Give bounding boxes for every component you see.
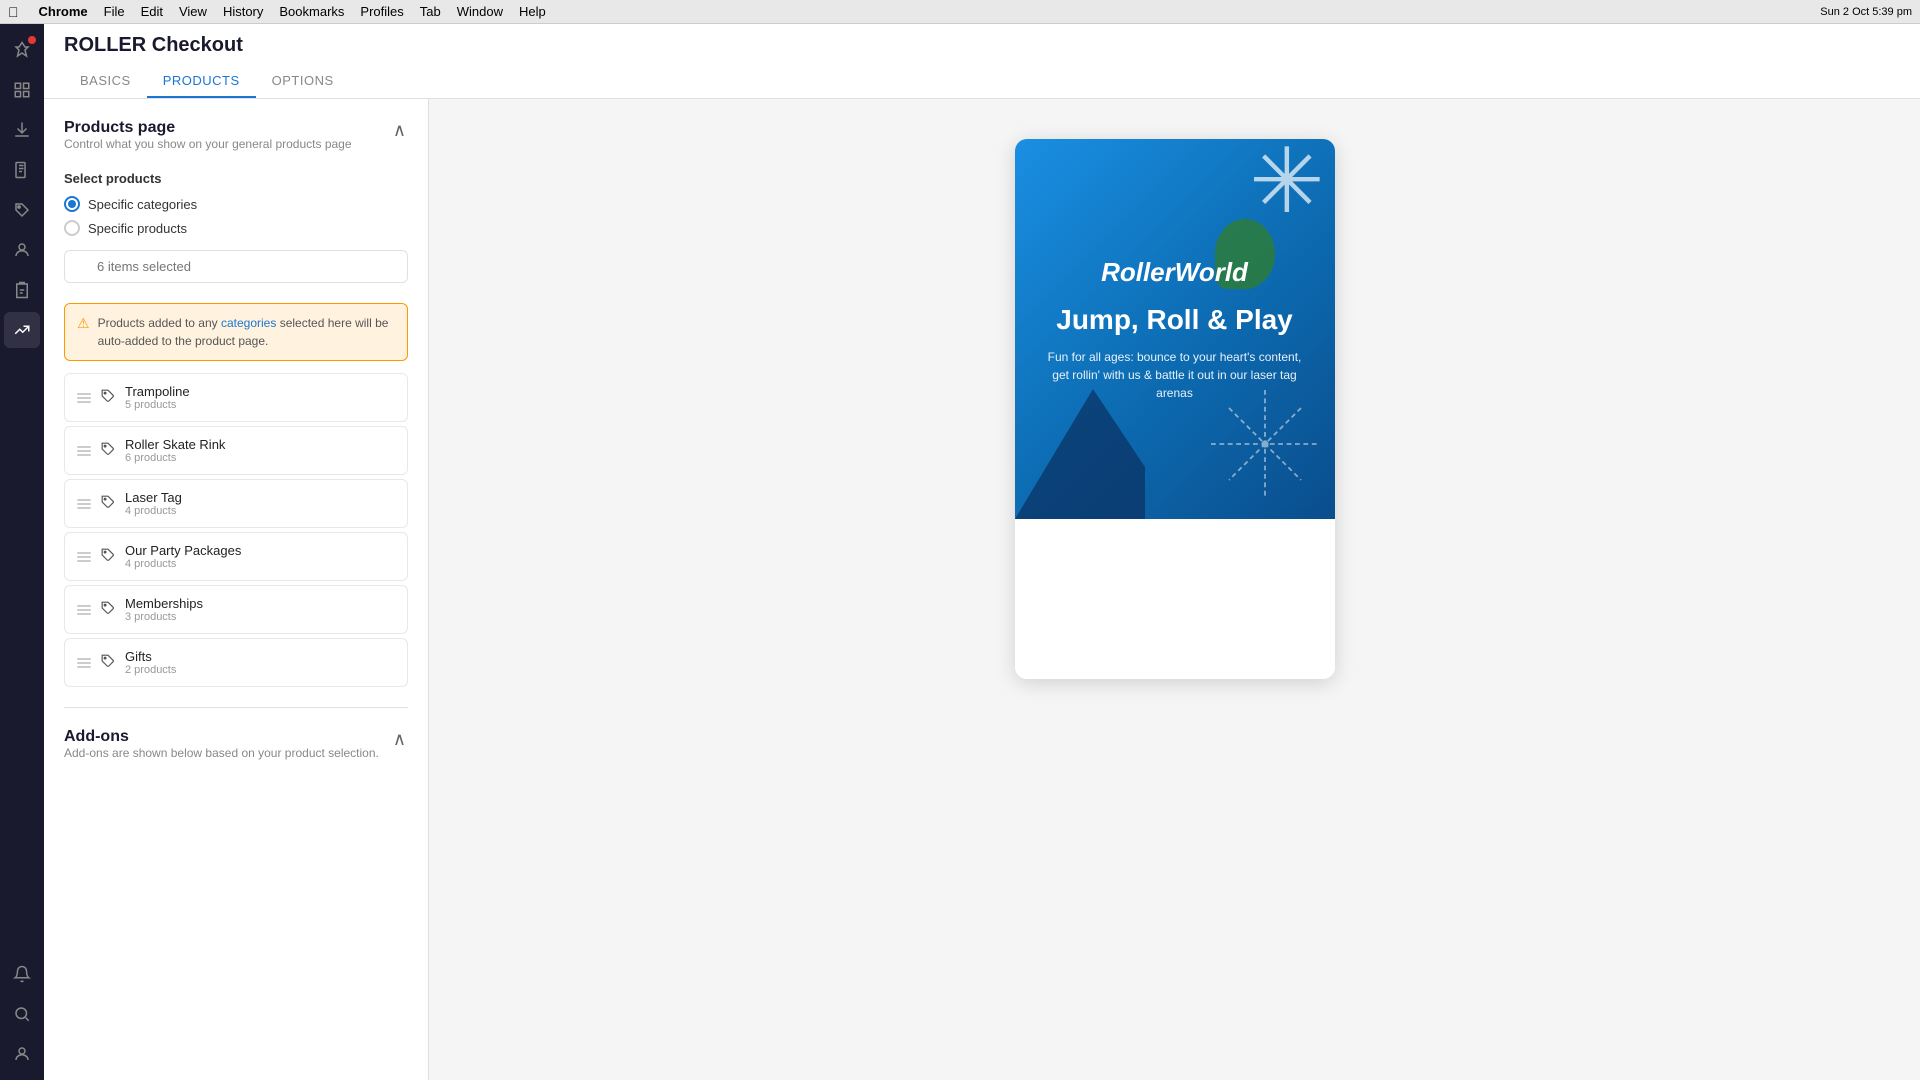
category-count: 4 products <box>125 558 395 570</box>
grid-icon[interactable] <box>4 72 40 108</box>
category-info: Our Party Packages 4 products <box>125 543 395 570</box>
tab-options[interactable]: OPTIONS <box>256 65 350 98</box>
category-name: Gifts <box>125 649 395 664</box>
radio-group: Specific categories Specific products <box>64 196 408 236</box>
tab-products[interactable]: PRODUCTS <box>147 65 256 98</box>
tag-category-icon <box>101 389 115 406</box>
apple-menu[interactable]:  <box>8 4 19 20</box>
dashed-star-svg <box>1205 384 1325 504</box>
header-tabs: BASICS PRODUCTS OPTIONS <box>64 65 1900 98</box>
menubar:  Chrome File Edit View History Bookmark… <box>0 0 1920 24</box>
radio-categories-label: Specific categories <box>88 197 197 212</box>
category-list: Trampoline 5 products Roller Skate Rink … <box>64 373 408 687</box>
menu-history[interactable]: History <box>223 4 263 19</box>
category-item[interactable]: Gifts 2 products <box>64 638 408 687</box>
person-icon[interactable] <box>4 232 40 268</box>
document-icon[interactable] <box>4 152 40 188</box>
right-preview: ✳ <box>429 99 1920 1080</box>
menu-edit[interactable]: Edit <box>141 4 163 19</box>
app-header: ROLLER Checkout BASICS PRODUCTS OPTIONS <box>44 24 1920 99</box>
bell-icon[interactable] <box>4 956 40 992</box>
system-time: Sun 2 Oct 5:39 pm <box>1820 6 1912 18</box>
addons-title: Add-ons <box>64 728 379 746</box>
categories-link[interactable]: categories <box>221 316 276 330</box>
drag-handle[interactable] <box>77 605 91 615</box>
category-info: Gifts 2 products <box>125 649 395 676</box>
chart-icon[interactable] <box>4 312 40 348</box>
products-page-subtitle: Control what you show on your general pr… <box>64 137 352 151</box>
menu-window[interactable]: Window <box>457 4 503 19</box>
category-count: 4 products <box>125 505 395 517</box>
preview-subtitle: Fun for all ages: bounce to your heart's… <box>1035 348 1315 402</box>
category-item[interactable]: Trampoline 5 products <box>64 373 408 422</box>
category-count: 2 products <box>125 664 395 676</box>
category-name: Roller Skate Rink <box>125 437 395 452</box>
category-info: Memberships 3 products <box>125 596 395 623</box>
collapse-products-button[interactable]: ∧ <box>391 119 408 141</box>
info-box: ⚠ Products added to any categories selec… <box>64 303 408 361</box>
search-icon[interactable] <box>4 996 40 1032</box>
category-count: 5 products <box>125 399 395 411</box>
preview-body <box>1015 519 1335 679</box>
tag-category-icon <box>101 654 115 671</box>
select-products-label: Select products <box>64 171 408 186</box>
category-count: 6 products <box>125 452 395 464</box>
category-item[interactable]: Laser Tag 4 products <box>64 479 408 528</box>
menu-tab[interactable]: Tab <box>420 4 441 19</box>
clipboard-icon[interactable] <box>4 272 40 308</box>
category-item[interactable]: Memberships 3 products <box>64 585 408 634</box>
radio-specific-products[interactable]: Specific products <box>64 220 408 236</box>
category-info: Roller Skate Rink 6 products <box>125 437 395 464</box>
category-name: Trampoline <box>125 384 395 399</box>
products-page-title: Products page <box>64 119 352 137</box>
avatar-icon[interactable] <box>4 1036 40 1072</box>
left-panel: Products page Control what you show on y… <box>44 99 429 1080</box>
category-name: Laser Tag <box>125 490 395 505</box>
tag-category-icon <box>101 442 115 459</box>
drag-handle[interactable] <box>77 499 91 509</box>
category-item[interactable]: Roller Skate Rink 6 products <box>64 426 408 475</box>
radio-circle-categories <box>64 196 80 212</box>
preview-card: ✳ <box>1015 139 1335 679</box>
tag-category-icon <box>101 548 115 565</box>
menu-bookmarks[interactable]: Bookmarks <box>279 4 344 19</box>
dark-shape-svg <box>1015 389 1145 519</box>
drag-handle[interactable] <box>77 446 91 456</box>
info-icon: ⚠ <box>77 315 90 332</box>
category-name: Memberships <box>125 596 395 611</box>
drag-handle[interactable] <box>77 658 91 668</box>
preview-title: Jump, Roll & Play <box>1056 304 1293 336</box>
addons-subtitle: Add-ons are shown below based on your pr… <box>64 746 379 760</box>
category-item[interactable]: Our Party Packages 4 products <box>64 532 408 581</box>
drag-handle[interactable] <box>77 393 91 403</box>
collapse-addons-button[interactable]: ∧ <box>391 728 408 750</box>
tag-category-icon <box>101 601 115 618</box>
menu-view[interactable]: View <box>179 4 207 19</box>
preview-logo: RollerWorld <box>1101 257 1248 288</box>
radio-products-label: Specific products <box>88 221 187 236</box>
preview-banner: ✳ <box>1015 139 1335 519</box>
tag-icon[interactable] <box>4 192 40 228</box>
icon-sidebar <box>0 24 44 1080</box>
menu-file[interactable]: File <box>104 4 125 19</box>
menu-profiles[interactable]: Profiles <box>360 4 403 19</box>
tab-basics[interactable]: BASICS <box>64 65 147 98</box>
radio-circle-products <box>64 220 80 236</box>
menu-help[interactable]: Help <box>519 4 546 19</box>
app-name[interactable]: Chrome <box>39 4 88 19</box>
info-box-text: Products added to any categories selecte… <box>98 314 395 350</box>
category-info: Trampoline 5 products <box>125 384 395 411</box>
category-name: Our Party Packages <box>125 543 395 558</box>
snowflake-decoration: ✳ <box>1249 139 1324 234</box>
tag-category-icon <box>101 495 115 512</box>
drag-handle[interactable] <box>77 552 91 562</box>
download-icon[interactable] <box>4 112 40 148</box>
category-info: Laser Tag 4 products <box>125 490 395 517</box>
app-title: ROLLER Checkout <box>64 34 1900 57</box>
category-count: 3 products <box>125 611 395 623</box>
radio-specific-categories[interactable]: Specific categories <box>64 196 408 212</box>
category-search-input[interactable] <box>64 250 408 283</box>
rocket-icon[interactable] <box>4 32 40 68</box>
